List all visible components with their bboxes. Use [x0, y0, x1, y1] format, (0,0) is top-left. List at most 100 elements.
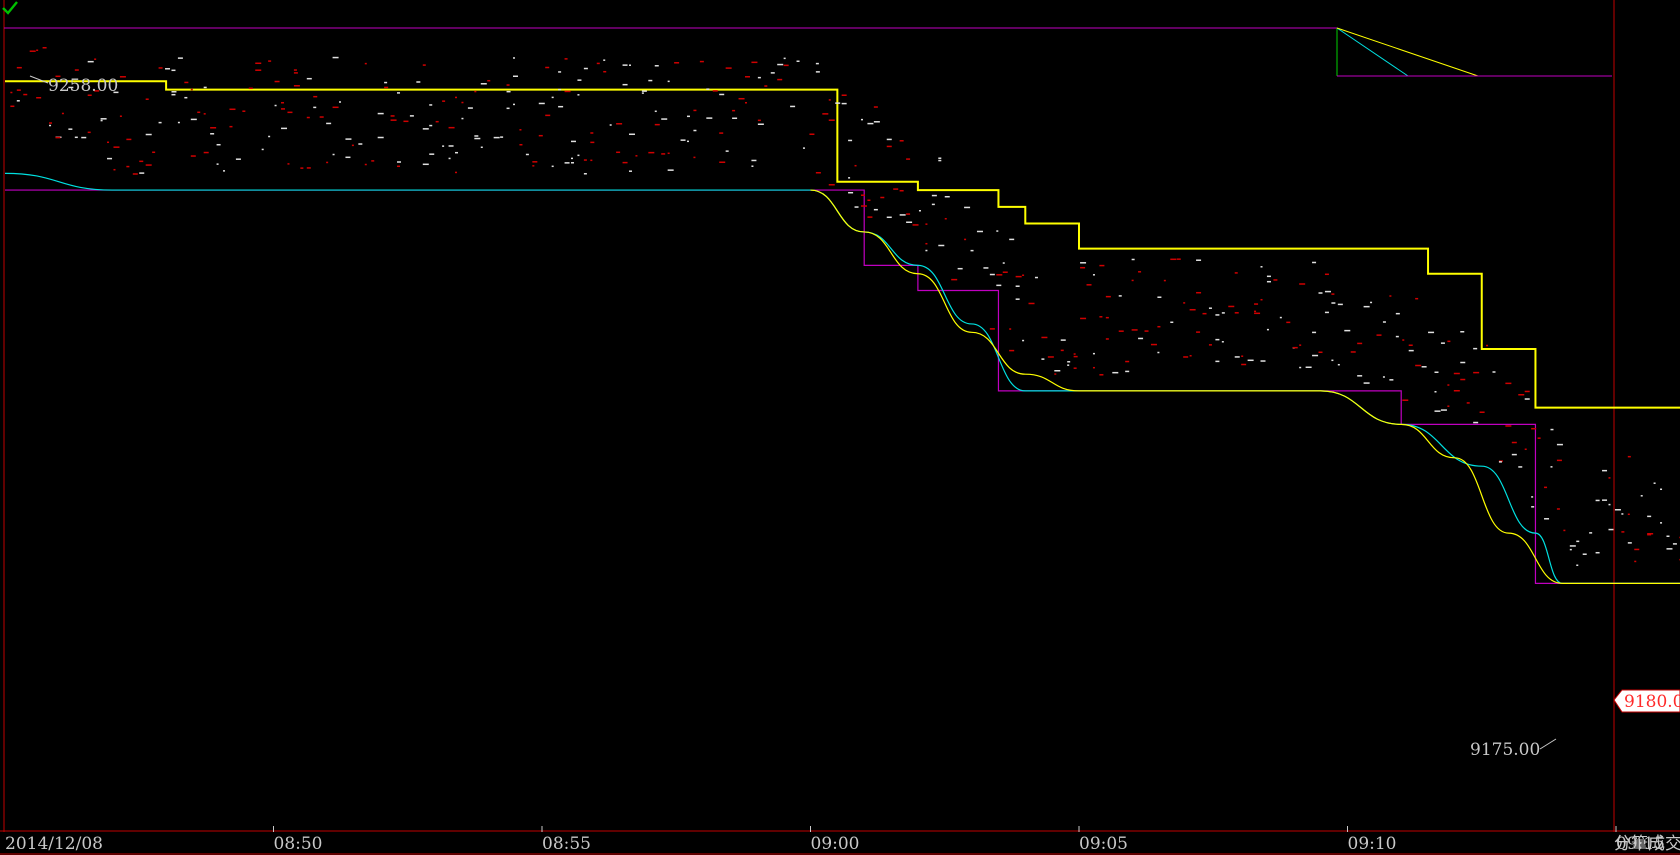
trade-tick-mark — [293, 72, 298, 74]
trade-tick-mark — [1531, 427, 1537, 430]
trade-tick-mark — [1196, 331, 1201, 333]
trade-tick-mark — [1602, 499, 1608, 501]
trade-tick-mark — [87, 131, 91, 134]
trade-tick-mark — [873, 208, 878, 211]
trade-tick-mark — [1621, 513, 1624, 515]
trade-tick-mark — [1163, 279, 1166, 282]
trade-tick-mark — [1215, 338, 1220, 341]
trade-tick-mark — [848, 177, 851, 179]
trade-tick-mark — [1363, 305, 1370, 308]
trade-tick-mark — [989, 328, 995, 330]
trade-tick-mark — [1002, 271, 1008, 273]
trade-tick-mark — [641, 90, 647, 92]
trade-tick-mark — [654, 110, 657, 113]
trade-tick-mark — [358, 143, 363, 145]
trade-tick-mark — [661, 153, 666, 155]
trade-tick-mark — [1576, 540, 1580, 543]
trade-tick-mark — [455, 171, 458, 174]
trade-tick-mark — [854, 164, 857, 167]
trade-tick-mark — [1331, 293, 1335, 295]
trade-tick-mark — [1544, 486, 1548, 489]
trade-tick-mark — [1331, 359, 1334, 362]
trade-tick-mark — [938, 159, 942, 162]
trade-tick-mark — [1415, 364, 1422, 367]
trade-tick-mark — [1131, 279, 1134, 282]
trade-tick-mark — [667, 152, 670, 155]
trade-tick-mark — [1305, 366, 1312, 369]
trade-tick-mark — [113, 146, 120, 148]
trade-tick-mark — [583, 159, 587, 161]
trade-tick-mark — [345, 156, 351, 159]
trade-tick-mark — [1440, 409, 1447, 411]
trade-tick-mark — [1621, 531, 1625, 533]
trade-tick-mark — [1524, 448, 1527, 451]
trade-tick-mark — [719, 161, 726, 163]
trade-tick-mark — [1254, 303, 1259, 305]
trade-tick-mark — [248, 87, 253, 90]
trade-tick-mark — [442, 100, 446, 102]
trade-tick-mark — [107, 141, 110, 144]
trade-tick-mark — [1640, 495, 1643, 497]
trade-tick-mark — [1015, 275, 1022, 278]
trade-tick-mark — [744, 76, 750, 78]
trade-tick-mark — [242, 110, 246, 112]
trade-tick-mark — [699, 60, 704, 63]
trade-tick-mark — [1254, 310, 1257, 313]
trade-tick-mark — [461, 101, 464, 104]
trade-tick-mark — [848, 139, 853, 142]
trade-tick-mark — [1498, 461, 1502, 463]
trade-tick-mark — [474, 135, 479, 137]
trade-tick-mark — [1170, 321, 1174, 324]
trade-tick-mark — [313, 106, 317, 109]
trade-tick-mark — [1241, 363, 1247, 366]
trade-tick-mark — [938, 244, 945, 247]
trade-tick-mark — [867, 122, 874, 125]
trade-tick-mark — [229, 108, 236, 111]
trade-tick-mark — [23, 93, 28, 96]
trade-tick-mark — [809, 133, 815, 135]
trade-tick-mark — [306, 167, 311, 169]
trade-tick-mark — [429, 153, 435, 155]
trade-tick-mark — [29, 50, 36, 52]
trade-tick-mark — [1318, 292, 1323, 294]
trade-tick-mark — [100, 119, 103, 122]
trade-tick-mark — [126, 165, 130, 168]
trade-tick-mark — [1556, 508, 1560, 510]
trade-tick-mark — [1208, 344, 1212, 346]
time-tick-label: 08:55 — [542, 834, 591, 854]
high-label: 9258.00 — [48, 76, 118, 96]
trade-tick-mark — [16, 100, 20, 102]
trade-tick-mark — [1556, 443, 1563, 446]
trade-tick-mark — [1234, 356, 1240, 358]
trade-tick-mark — [197, 111, 201, 114]
trade-tick-mark — [513, 75, 519, 78]
trade-tick-mark — [1118, 295, 1122, 297]
trade-tick-mark — [287, 111, 293, 114]
trade-tick-mark — [1460, 331, 1465, 333]
trade-tick-mark — [1312, 261, 1317, 264]
trade-tick-mark — [1299, 366, 1302, 369]
trade-tick-mark — [1131, 258, 1135, 261]
trade-tick-mark — [94, 58, 97, 60]
trade-tick-mark — [1434, 391, 1437, 393]
trade-tick-mark — [532, 165, 535, 167]
trade-tick-mark — [1080, 262, 1087, 264]
trade-tick-mark — [203, 86, 207, 89]
trade-tick-mark — [667, 80, 670, 83]
trade-tick-mark — [319, 116, 324, 118]
trade-tick-mark — [1092, 366, 1095, 369]
trade-tick-mark — [1202, 312, 1207, 315]
trade-tick-mark — [480, 83, 487, 85]
trade-tick-mark — [1569, 548, 1572, 551]
trade-tick-mark — [1176, 258, 1181, 260]
trade-tick-mark — [757, 123, 764, 126]
trade-tick-mark — [1183, 356, 1189, 358]
trade-tick-mark — [1511, 441, 1517, 444]
trade-tick-mark — [119, 115, 122, 117]
trade-tick-mark — [1196, 259, 1202, 261]
trade-tick-mark — [757, 119, 761, 122]
trade-tick-mark — [1047, 356, 1054, 358]
low-label: 9175.00 — [1470, 740, 1540, 760]
trade-tick-mark — [81, 136, 87, 139]
trade-tick-mark — [1221, 312, 1225, 314]
